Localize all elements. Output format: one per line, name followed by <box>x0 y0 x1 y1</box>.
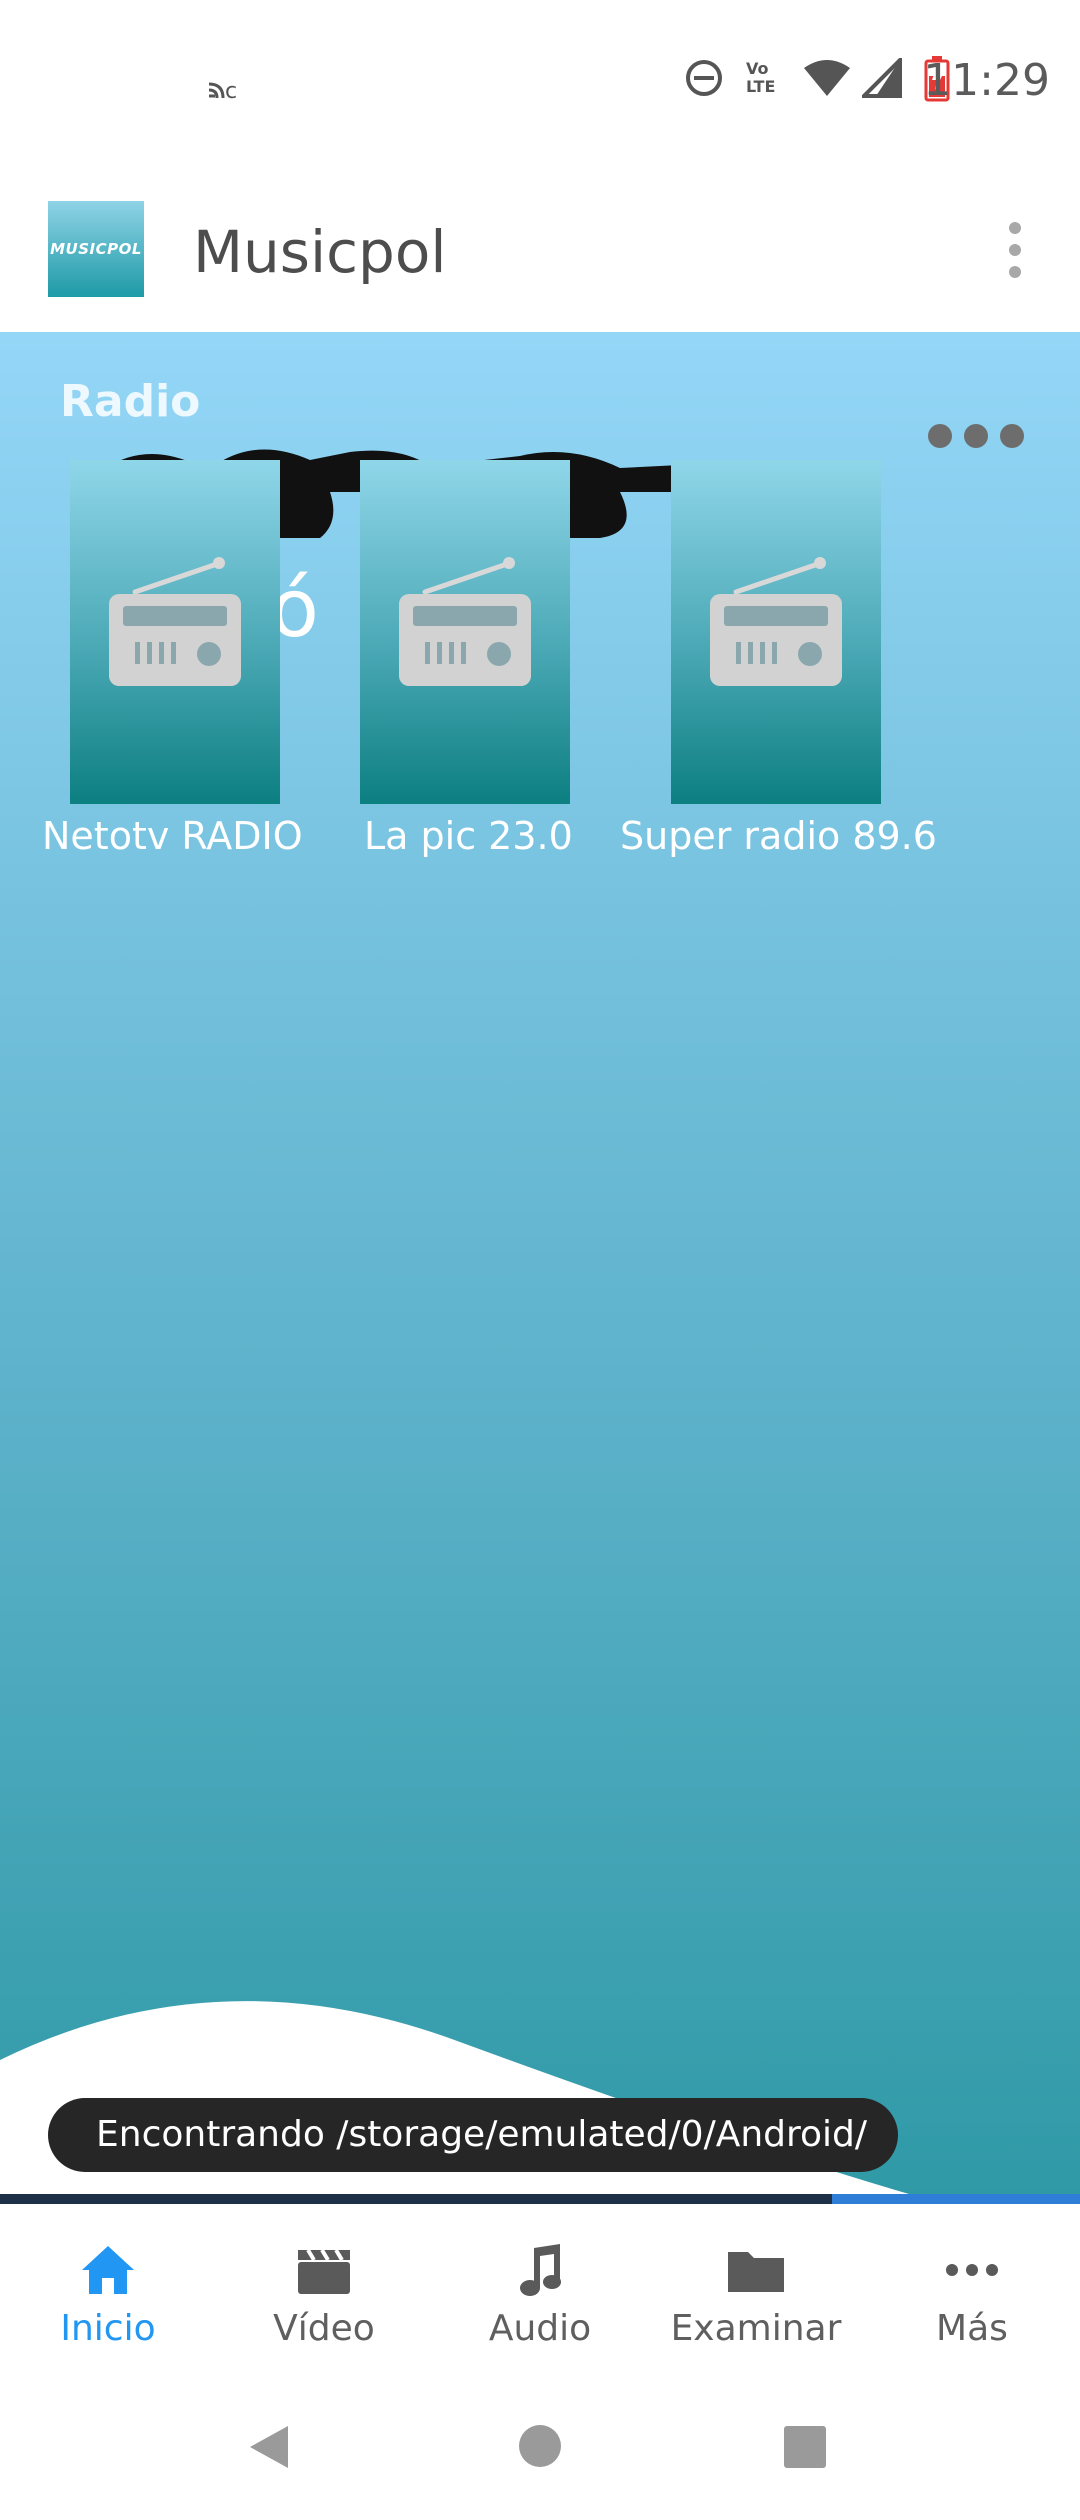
music-note-icon <box>520 2244 561 2296</box>
overflow-dot <box>1009 222 1021 234</box>
more-dot <box>1000 424 1024 448</box>
recents-icon[interactable] <box>782 2424 828 2470</box>
system-navigation-bar <box>0 2380 1080 2520</box>
svg-text:c: c <box>225 79 237 102</box>
overflow-dot <box>1009 266 1021 278</box>
radio-station-card[interactable] <box>70 460 280 804</box>
nav-label: Más <box>936 2308 1008 2349</box>
do-not-disturb-icon <box>686 60 722 96</box>
radio-station-card[interactable] <box>671 460 881 804</box>
nav-item-mas[interactable]: Más <box>864 2210 1080 2380</box>
app-logo-text: MUSICPOL <box>50 240 142 258</box>
app-logo: MUSICPOL <box>48 201 144 297</box>
nav-item-inicio[interactable]: Inicio <box>0 2210 216 2380</box>
bottom-navigation: Inicio Vídeo Audio Examinar Más <box>0 2210 1080 2380</box>
radio-station-label[interactable]: Netotv RADIO <box>42 814 303 858</box>
radio-icon <box>399 557 531 686</box>
wifi-icon <box>804 60 850 96</box>
status-bar: c Vo LTE 11:29 <box>0 0 1080 170</box>
home-circle-icon[interactable] <box>516 2422 564 2470</box>
cellular-signal-icon <box>862 58 902 98</box>
overflow-menu-button[interactable] <box>1000 222 1030 282</box>
radio-station-label[interactable]: La pic 23.0 <box>364 814 573 858</box>
radio-icon <box>109 557 241 686</box>
cast-icon: c <box>208 79 237 102</box>
back-icon[interactable] <box>244 2422 294 2472</box>
folder-icon <box>728 2252 784 2292</box>
radio-icon <box>710 557 842 686</box>
nav-label: Examinar <box>670 2308 842 2349</box>
home-content: ó Radio Netotv RADIO La pic 23.0 Super r… <box>0 332 1080 2200</box>
scan-progress-bar <box>0 2194 1080 2204</box>
home-icon <box>82 2246 134 2294</box>
status-time: 11:29 <box>923 55 1050 106</box>
radio-section-title: Radio <box>60 376 201 427</box>
volte-icon: Vo LTE <box>746 59 776 96</box>
nav-label: Audio <box>488 2308 592 2349</box>
radio-station-label[interactable]: Super radio 89.6 <box>620 814 937 858</box>
more-horizontal-icon <box>946 2264 998 2276</box>
nav-item-video[interactable]: Vídeo <box>216 2210 432 2380</box>
section-more-button[interactable] <box>928 424 1028 448</box>
app-bar: MUSICPOL Musicpol <box>0 170 1080 332</box>
clapperboard-icon <box>298 2248 350 2294</box>
nav-item-examinar[interactable]: Examinar <box>648 2210 864 2380</box>
nav-label: Inicio <box>60 2308 156 2349</box>
more-dot <box>964 424 988 448</box>
nav-label: Vídeo <box>273 2308 375 2349</box>
scan-toast: Encontrando /storage/emulated/0/Android/ <box>48 2098 898 2172</box>
nav-item-audio[interactable]: Audio <box>432 2210 648 2380</box>
more-dot <box>928 424 952 448</box>
toast-text: Encontrando /storage/emulated/0/Android/ <box>96 2114 868 2155</box>
overflow-dot <box>1009 244 1021 256</box>
app-title: Musicpol <box>193 218 447 286</box>
radio-station-card[interactable] <box>360 460 570 804</box>
scan-progress-fill <box>831 2194 1080 2204</box>
